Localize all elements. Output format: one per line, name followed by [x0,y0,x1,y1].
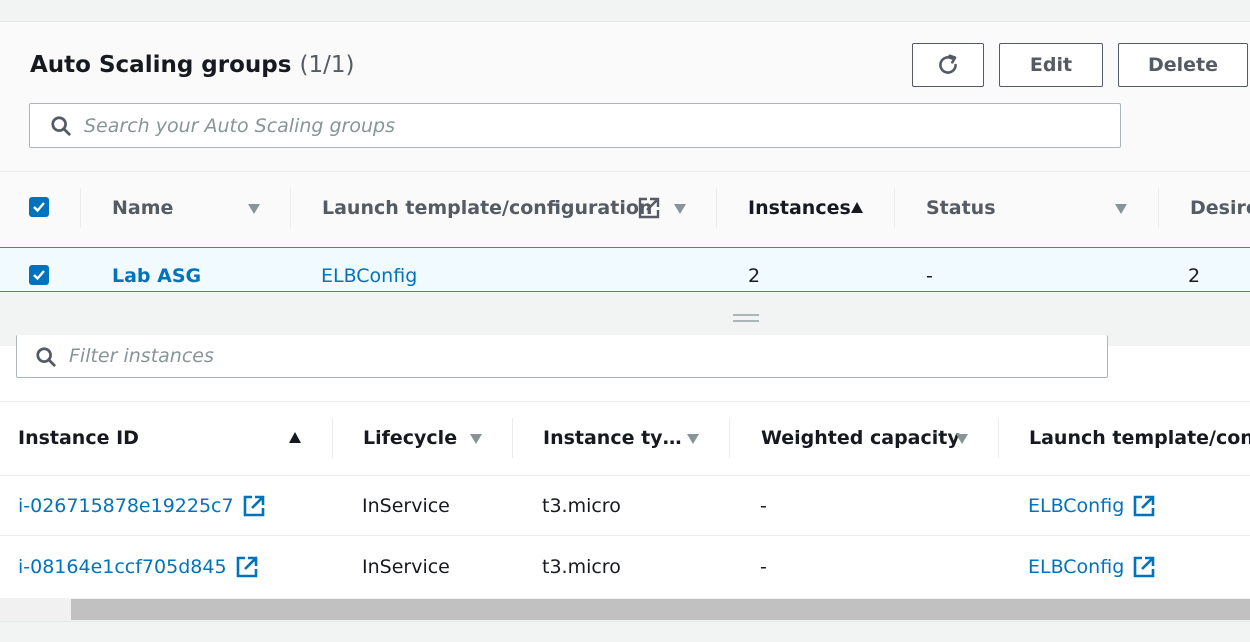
asg-search-input[interactable]: Search your Auto Scaling groups [29,103,1121,148]
refresh-button[interactable] [912,43,984,87]
column-separator [1158,188,1159,228]
top-bar [0,0,1250,22]
sort-down-icon[interactable] [248,204,260,214]
desired-value: 2 [1188,265,1201,287]
instance-type-value: t3.micro [542,495,621,517]
search-placeholder: Search your Auto Scaling groups [84,114,395,137]
status-value: - [926,265,933,287]
checkmark-icon [33,202,45,213]
group-count: (1/1) [299,52,355,78]
search-icon [51,115,71,136]
external-link-icon[interactable] [242,494,266,518]
sort-up-icon[interactable] [289,432,301,443]
instance-id-link[interactable]: i-08164e1ccf705d845 [18,556,227,578]
instance-id-link[interactable]: i-026715878e19225c7 [18,495,234,517]
filter-instances-input[interactable]: Filter instances [16,335,1108,378]
column-header-launch-config[interactable]: Launch template/configuration [322,197,652,219]
sort-down-icon[interactable] [1115,204,1127,214]
edit-button[interactable]: Edit [999,43,1103,87]
delete-button[interactable]: Delete [1118,43,1248,87]
column-header-instance-type[interactable]: Instance ty… [543,427,682,449]
column-separator [512,418,513,458]
column-header-weighted-capacity[interactable]: Weighted capacity [761,427,960,449]
column-separator [332,418,333,458]
row-checkbox[interactable] [29,265,49,285]
lifecycle-value: InService [362,495,450,517]
column-separator [290,188,291,228]
external-link-icon [638,197,660,219]
instances-value: 2 [748,265,761,287]
column-separator [716,188,717,228]
column-header-instances[interactable]: Instances [748,197,851,219]
column-header-instance-id[interactable]: Instance ID [18,427,139,449]
column-header-status[interactable]: Status [926,197,996,219]
divider [0,535,1250,536]
column-separator [80,188,81,228]
weighted-capacity-value: - [760,495,767,517]
instance-type-value: t3.micro [542,556,621,578]
divider [0,475,1250,476]
drag-handle-icon[interactable] [733,313,759,323]
search-icon [36,347,56,367]
column-header-lifecycle[interactable]: Lifecycle [363,427,457,449]
filter-placeholder: Filter instances [69,345,214,367]
external-link-icon[interactable] [1132,555,1156,579]
column-header-name[interactable]: Name [112,197,173,219]
refresh-icon [939,54,957,74]
bottom-bar [0,621,1250,642]
column-separator [729,418,730,458]
launch-template-link[interactable]: ELBConfig [1028,495,1124,517]
select-all-checkbox[interactable] [29,197,49,217]
scrollbar-thumb[interactable] [71,599,1250,620]
page-title-text: Auto Scaling groups [30,52,292,78]
divider [0,401,1250,402]
page-title: Auto Scaling groups (1/1) [30,52,354,78]
external-link-icon[interactable] [235,555,259,579]
launch-template-link[interactable]: ELBConfig [1028,556,1124,578]
lifecycle-value: InService [362,556,450,578]
asg-name-link[interactable]: Lab ASG [112,265,201,287]
sort-down-icon[interactable] [470,434,482,444]
sort-down-icon[interactable] [687,434,699,444]
sort-up-icon[interactable] [851,202,863,213]
checkmark-icon [33,270,45,281]
divider [0,171,1250,172]
sort-down-icon[interactable] [674,204,686,214]
column-separator [998,418,999,458]
column-separator [894,188,895,228]
column-header-launch-template[interactable]: Launch template/confi [1029,427,1250,449]
column-header-desired[interactable]: Desire [1190,197,1250,219]
external-link-icon[interactable] [1132,494,1156,518]
launch-config-link[interactable]: ELBConfig [321,265,417,287]
weighted-capacity-value: - [760,556,767,578]
sort-down-icon[interactable] [956,434,968,444]
